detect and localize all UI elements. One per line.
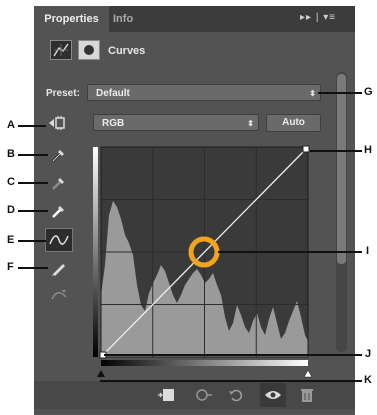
callout-label-e: E [7,234,15,246]
smooth-icon[interactable] [47,284,71,306]
callout-line-b [18,154,48,156]
layer-mask-icon[interactable] [78,40,100,60]
point-curve-icon[interactable] [45,228,73,252]
callout-label-f: F [7,261,14,273]
callout-line-e [18,240,46,242]
input-gradient-bar [101,360,308,366]
callout-label-a: A [7,119,15,131]
view-previous-state-icon[interactable] [193,384,215,406]
tab-properties[interactable]: Properties [34,6,109,32]
curves-graph[interactable] [93,145,318,380]
preset-label: Preset: [46,88,80,99]
scrollbar-thumb[interactable] [337,74,346,264]
callout-label-k: K [364,374,372,386]
callout-line-c [18,182,48,184]
updown-arrow-icon: ⬍ [309,89,316,98]
pencil-icon[interactable] [47,257,71,279]
preset-value: Default [96,88,130,99]
callout-line-j [104,354,362,356]
channel-value: RGB [102,118,125,129]
output-gradient-bar [93,147,98,357]
tab-info[interactable]: Info [113,6,153,32]
callout-label-c: C [7,176,15,188]
callout-label-i: I [366,245,370,257]
curves-adjustment-icon [50,40,72,60]
callout-line-k [100,380,362,382]
auto-button[interactable]: Auto [266,114,321,132]
black-point-eyedropper-icon[interactable] [47,144,71,166]
reset-icon[interactable] [225,384,247,406]
channel-dropdown[interactable]: RGB ⬍ [93,114,259,131]
callout-line-i [218,251,362,253]
callout-label-g: G [364,86,373,98]
panel-menu-icon[interactable]: ▸▸ | ▾≡ [300,12,336,23]
white-point-eyedropper-icon[interactable] [47,200,71,222]
gray-point-eyedropper-icon[interactable] [47,172,71,194]
white-input-slider [303,369,313,378]
white-point-handle [302,145,310,153]
trash-icon[interactable] [296,384,318,406]
preset-dropdown[interactable]: Default ⬍ [87,84,321,101]
callout-label-d: D [7,204,15,216]
updown-arrow-icon: ⬍ [247,119,254,128]
adjustment-title: Curves [108,45,146,57]
callout-line-d [18,210,48,212]
black-input-slider [97,370,105,377]
clip-to-layer-icon[interactable] [155,384,177,406]
callout-line-a [18,125,46,127]
callout-line-h [310,150,362,152]
callout-line-g [318,92,362,94]
callout-line-f [18,267,48,269]
callout-label-j: J [365,348,372,360]
callout-label-h: H [364,144,372,156]
visibility-eye-icon[interactable] [260,383,286,407]
callout-label-b: B [7,148,15,160]
on-image-adjustment-icon[interactable] [46,112,70,134]
